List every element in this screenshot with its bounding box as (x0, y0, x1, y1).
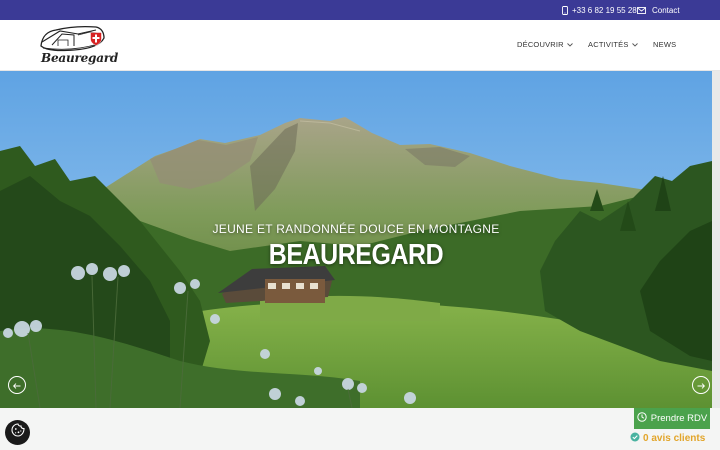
mobile-phone-icon (562, 5, 568, 15)
nav-news[interactable]: NEWS (653, 40, 676, 49)
hero-subtitle: JEUNE ET RANDONNÉE DOUCE EN MONTAGNE (212, 222, 500, 236)
clock-icon (637, 412, 647, 425)
nav-label: DÉCOUVRIR (517, 40, 564, 49)
reviews-label: 0 avis clients (643, 433, 706, 444)
phone-number: +33 6 82 19 55 28 (572, 5, 637, 15)
appointment-label: Prendre RDV (650, 413, 708, 424)
arrow-left-icon (12, 376, 21, 394)
page-scrollbar[interactable] (712, 71, 720, 408)
top-bar: +33 6 82 19 55 28 Contact (0, 0, 720, 20)
slider-prev-button[interactable] (8, 376, 26, 394)
site-logo[interactable]: Beauregard (38, 24, 118, 68)
logo-text: Beauregard (41, 51, 119, 65)
hero-slider: JEUNE ET RANDONNÉE DOUCE EN MONTAGNE BEA… (0, 71, 712, 408)
phone-link[interactable]: +33 6 82 19 55 28 (562, 0, 637, 20)
reviews-badge[interactable]: 0 avis clients (630, 432, 705, 445)
savoie-flag-icon (90, 32, 102, 46)
verified-check-icon (630, 432, 640, 445)
slider-next-button[interactable] (692, 376, 710, 394)
contact-label: Contact (652, 5, 680, 15)
site-header: Beauregard DÉCOUVRIR ACTIVITÉS NEWS (0, 20, 720, 71)
nav-label: NEWS (653, 40, 677, 49)
cookie-icon (10, 423, 25, 442)
nav-label: ACTIVITÉS (588, 40, 629, 49)
chevron-down-icon (566, 40, 573, 49)
hero-title: BEAUREGARD (268, 239, 444, 271)
nav-activites[interactable]: ACTIVITÉS (588, 40, 638, 49)
contact-link[interactable]: Contact (637, 0, 680, 20)
envelope-icon (637, 6, 646, 14)
book-appointment-button[interactable]: Prendre RDV (634, 408, 710, 429)
arrow-right-icon (697, 376, 706, 394)
nav-decouvrir[interactable]: DÉCOUVRIR (517, 40, 573, 49)
chevron-down-icon (631, 40, 638, 49)
cookie-settings-button[interactable] (5, 420, 30, 445)
